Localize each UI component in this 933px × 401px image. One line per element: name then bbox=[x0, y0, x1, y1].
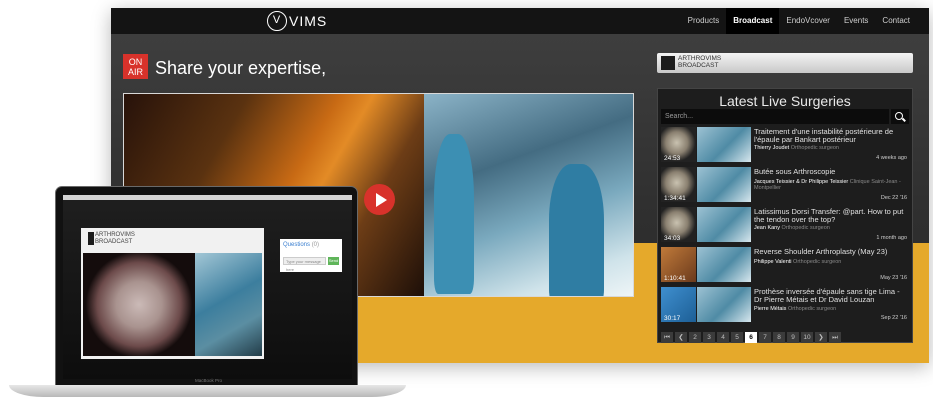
surgery-author: Jean Kany Orthopedic surgeon bbox=[754, 225, 909, 231]
mini-brand-line2: BROADCAST bbox=[95, 239, 133, 245]
author-role: Orthopedic surgeon bbox=[790, 145, 839, 151]
browser-menubar bbox=[63, 195, 352, 200]
arthrovims-banner[interactable]: ARTHROVIMS BROADCAST bbox=[657, 53, 913, 73]
mini-room-video bbox=[195, 253, 262, 356]
nav-contact[interactable]: Contact bbox=[875, 8, 917, 34]
latest-surgeries-panel: Latest Live Surgeries Search... 24:53 Tr… bbox=[657, 88, 913, 343]
last-page-button[interactable]: ⏭ bbox=[829, 332, 841, 343]
hero-title: Share your expertise, bbox=[155, 58, 327, 78]
surgery-date: 4 weeks ago bbox=[876, 155, 907, 161]
on-air-top: ON bbox=[128, 57, 143, 67]
duration-label: 1:10:41 bbox=[664, 275, 686, 282]
author-role: Orthopedic surgeon bbox=[787, 306, 837, 312]
surgery-author: Pierre Métais Orthopedic surgeon bbox=[754, 306, 909, 312]
surgery-item[interactable]: 1:34:41 Butée sous Arthroscopie Jacques … bbox=[661, 167, 911, 204]
page-button[interactable]: 8 bbox=[773, 332, 785, 343]
logo-v-mark: V bbox=[267, 11, 287, 31]
search-icon[interactable] bbox=[891, 109, 909, 124]
laptop-display: ARTHROVIMS BROADCAST Questions (0) Type … bbox=[63, 195, 352, 379]
next-page-button[interactable]: ❯ bbox=[815, 332, 827, 343]
page-button[interactable]: 7 bbox=[759, 332, 771, 343]
arthrovims-logo-icon bbox=[661, 56, 675, 70]
mini-arthrovims-text: ARTHROVIMS BROADCAST bbox=[88, 232, 135, 246]
surgery-title[interactable]: Latissimus Dorsi Transfer: @part. How to… bbox=[754, 208, 909, 224]
arthrovims-text: ARTHROVIMS BROADCAST bbox=[678, 55, 721, 69]
laptop-model-label: MacBook Pro bbox=[195, 378, 223, 383]
latest-title: Latest Live Surgeries bbox=[719, 93, 851, 109]
brand-line1: ARTHROVIMS bbox=[678, 55, 722, 62]
page-button[interactable]: 10 bbox=[801, 332, 813, 343]
nav-endovcover[interactable]: EndoVcover bbox=[779, 8, 837, 34]
surgery-title[interactable]: Butée sous Arthroscopie bbox=[754, 168, 909, 176]
page-button[interactable]: 4 bbox=[717, 332, 729, 343]
surgery-item[interactable]: 1:10:41 Reverse Shoulder Arthroplasty (M… bbox=[661, 247, 911, 284]
surgery-author: Thierry Joudet Orthopedic surgeon bbox=[754, 145, 909, 151]
mini-endoscope-video bbox=[83, 253, 195, 356]
surgery-item[interactable]: 30:17 Prothèse inversée d'épaule sans ti… bbox=[661, 287, 911, 324]
surgery-date: 1 month ago bbox=[876, 235, 907, 241]
surgery-title[interactable]: Reverse Shoulder Arthroplasty (May 23) bbox=[754, 248, 909, 256]
play-button[interactable] bbox=[364, 184, 395, 215]
author-name: Philippe Valenti bbox=[754, 259, 792, 265]
current-page-button[interactable]: 6 bbox=[745, 332, 757, 343]
surgery-item[interactable]: 24:53 Traitement d'une instabilité posté… bbox=[661, 127, 911, 164]
room-thumbnail bbox=[697, 127, 751, 162]
on-air-bottom: AIR bbox=[127, 67, 143, 77]
author-name: Jean Kany bbox=[754, 225, 780, 231]
duration-label: 24:53 bbox=[664, 155, 681, 162]
room-thumbnail bbox=[697, 287, 751, 322]
laptop-screen: ARTHROVIMS BROADCAST Questions (0) Type … bbox=[55, 186, 358, 389]
prev-page-button[interactable]: ❮ bbox=[675, 332, 687, 343]
author-name: Pierre Métais bbox=[754, 306, 787, 312]
surgeon-figure bbox=[434, 134, 474, 294]
operating-room-video bbox=[424, 94, 633, 296]
author-name: Thierry Joudet bbox=[754, 145, 790, 151]
pagination: ⏮ ❮ 2 3 4 5 6 7 8 9 10 ❯ ⏭ bbox=[661, 332, 841, 344]
mini-broadcast-card: ARTHROVIMS BROADCAST bbox=[81, 228, 264, 359]
surgery-date: Sep 22 '16 bbox=[880, 315, 907, 321]
main-nav: Products Broadcast EndoVcover Events Con… bbox=[681, 8, 917, 34]
questions-count: (0) bbox=[311, 242, 320, 248]
surgery-date: May 23 '16 bbox=[880, 275, 907, 281]
page-button[interactable]: 3 bbox=[703, 332, 715, 343]
duration-label: 34:03 bbox=[664, 235, 681, 242]
surgery-date: Dec 22 '16 bbox=[880, 195, 907, 201]
vims-logo[interactable]: V VIMS bbox=[267, 11, 327, 31]
mini-arthrovims-logo-icon bbox=[88, 232, 94, 245]
nav-products[interactable]: Products bbox=[681, 8, 727, 34]
questions-label: Questions bbox=[283, 242, 311, 248]
first-page-button[interactable]: ⏮ bbox=[661, 332, 673, 343]
nav-events[interactable]: Events bbox=[837, 8, 875, 34]
on-air-badge: ON AIR bbox=[123, 54, 148, 79]
author-role: Orthopedic surgeon bbox=[793, 259, 842, 265]
page: V VIMS Products Broadcast EndoVcover Eve… bbox=[0, 0, 933, 401]
nav-broadcast[interactable]: Broadcast bbox=[726, 8, 780, 34]
surgery-title[interactable]: Traitement d'une instabilité postérieure… bbox=[754, 128, 909, 144]
duration-label: 30:17 bbox=[664, 315, 681, 322]
page-button[interactable]: 9 bbox=[787, 332, 799, 343]
brand-line2: BROADCAST bbox=[678, 62, 719, 69]
room-thumbnail bbox=[697, 167, 751, 202]
room-thumbnail bbox=[697, 207, 751, 242]
surgery-author: Philippe Valenti Orthopedic surgeon bbox=[754, 259, 909, 265]
page-button[interactable]: 5 bbox=[731, 332, 743, 343]
surgeon-figure bbox=[549, 164, 604, 296]
page-button[interactable]: 2 bbox=[689, 332, 701, 343]
top-navbar: V VIMS Products Broadcast EndoVcover Eve… bbox=[111, 8, 929, 34]
duration-label: 1:34:41 bbox=[664, 195, 686, 202]
author-role: Orthopedic surgeon bbox=[781, 225, 830, 231]
questions-box: Questions (0) Type your message here Sen… bbox=[280, 239, 342, 272]
logo-text: VIMS bbox=[289, 13, 328, 29]
room-thumbnail bbox=[697, 247, 751, 282]
send-button[interactable]: Send bbox=[328, 257, 339, 265]
message-input[interactable]: Type your message here bbox=[283, 257, 326, 272]
search-input[interactable]: Search... bbox=[661, 109, 889, 124]
surgery-author: Jacques Teissier & Dr Philippe Teissier … bbox=[754, 179, 909, 191]
surgery-title[interactable]: Prothèse inversée d'épaule sans tige Lim… bbox=[754, 288, 909, 304]
laptop-base bbox=[9, 385, 406, 397]
questions-title: Questions (0) bbox=[283, 242, 319, 248]
surgery-item[interactable]: 34:03 Latissimus Dorsi Transfer: @part. … bbox=[661, 207, 911, 244]
mini-brand-line1: ARTHROVIMS bbox=[95, 232, 135, 238]
